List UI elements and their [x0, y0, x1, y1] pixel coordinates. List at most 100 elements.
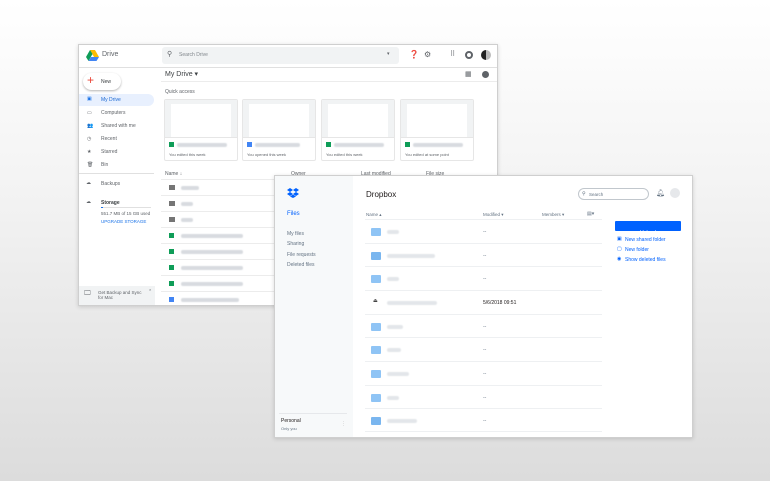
file-row[interactable]: -- [365, 266, 602, 290]
breadcrumb[interactable]: My Drive ▾ [165, 70, 198, 78]
row-modified: -- [483, 276, 486, 282]
upgrade-storage-link[interactable]: UPGRADE STORAGE [101, 219, 146, 224]
drive-logo-icon [86, 50, 99, 61]
new-label: New [101, 79, 111, 85]
column-name[interactable]: Name ↓ [165, 171, 182, 177]
folder-icon [371, 275, 381, 283]
settings-icon[interactable]: ⚙ [424, 50, 431, 59]
search-icon: ⚲ [167, 50, 172, 58]
quick-access-heading: Quick access [165, 89, 195, 95]
monitor-icon: 🖵 [84, 290, 91, 298]
divider [79, 173, 154, 174]
column-name[interactable]: Name ▴ [366, 212, 382, 218]
show-deleted-files-link[interactable]: Show deleted files [625, 257, 666, 263]
storage-icon: ☁ [86, 199, 91, 205]
main-divider [161, 81, 497, 82]
search-icon: ⚲ [582, 191, 586, 197]
quick-access-card[interactable]: You opened this week [242, 99, 316, 161]
card-caption: You opened this week [247, 152, 286, 157]
card-caption: You edited at some point [405, 152, 449, 157]
info-icon[interactable] [482, 71, 489, 78]
docs-icon [247, 142, 252, 147]
star-icon: ★ [87, 149, 91, 155]
new-folder-icon: ▢ [617, 246, 622, 252]
sidebar-item-backups[interactable]: Backups [101, 181, 120, 187]
notifications-icon[interactable] [465, 51, 473, 59]
view-options-icon[interactable]: ▤▾ [587, 211, 594, 217]
recent-icon: ◷ [87, 136, 91, 142]
grid-view-icon[interactable]: ▦ [465, 70, 472, 78]
sidebar-item-starred[interactable]: Starred [101, 149, 117, 155]
bell-icon[interactable]: 🔔︎ [656, 189, 665, 197]
sidebar-item-bin[interactable]: Bin [101, 162, 108, 168]
computers-icon: ▭ [87, 110, 92, 116]
account-name[interactable]: Personal [281, 418, 301, 424]
sheets-icon [169, 249, 174, 254]
sheets-icon [169, 142, 174, 147]
row-modified: -- [483, 347, 486, 353]
apps-icon[interactable]: ⠿ [450, 50, 455, 58]
sidebar-item-shared[interactable]: Shared with me [101, 123, 136, 129]
folder-icon [371, 228, 381, 236]
show-deleted-icon: ◉ [617, 256, 621, 262]
column-members[interactable]: Members ▾ [542, 212, 564, 218]
dropbox-logo-icon[interactable] [287, 188, 299, 198]
account-menu-icon[interactable]: ⋮ [341, 421, 346, 427]
page-title: Dropbox [366, 190, 396, 199]
sidebar-item-label: My Drive [101, 97, 121, 103]
file-row[interactable]: ⏏5/6/2018 09:51 [365, 290, 602, 314]
new-shared-folder-link[interactable]: New shared folder [625, 237, 666, 243]
shared-folder-icon [371, 417, 381, 425]
sheets-icon [169, 233, 174, 238]
avatar[interactable] [481, 50, 491, 60]
nav-deleted-files[interactable]: Deleted files [287, 262, 315, 268]
avatar[interactable] [670, 188, 680, 198]
drive-app-name: Drive [102, 51, 118, 58]
file-row[interactable]: -- [365, 337, 602, 361]
storage-used: 551.7 MB of 15 GB used [101, 211, 150, 216]
folder-icon [169, 217, 175, 222]
search-input[interactable]: ⚲ Search Drive ▾ [162, 47, 399, 64]
close-icon[interactable]: × [149, 287, 151, 292]
sidebar-item-storage[interactable]: Storage [101, 200, 120, 206]
row-modified: -- [483, 229, 486, 235]
search-placeholder: Search Drive [179, 52, 208, 58]
column-modified[interactable]: Modified ▾ [483, 212, 504, 218]
nav-file-requests[interactable]: File requests [287, 252, 316, 258]
nav-files[interactable]: Files [287, 211, 300, 217]
storage-bar [101, 207, 151, 208]
account-sub: Only you [281, 426, 297, 431]
backup-sync-banner[interactable]: 🖵 Get Backup and Sync for Mac × [79, 286, 155, 305]
file-row[interactable]: -- [365, 361, 602, 385]
file-row[interactable]: -- [365, 408, 602, 432]
sheets-icon [405, 142, 410, 147]
search-input[interactable]: ⚲ Search [578, 188, 649, 200]
row-modified: -- [483, 371, 486, 377]
nav-my-files[interactable]: My files [287, 231, 304, 237]
sheets-icon [169, 265, 174, 270]
folder-icon [169, 201, 175, 206]
quick-access-card[interactable]: You edited this week [164, 99, 238, 161]
sidebar-icon-my-drive: ▣ [87, 96, 92, 102]
shared-folder-icon [371, 252, 381, 260]
search-options-icon[interactable]: ▾ [387, 51, 390, 57]
new-shared-folder-icon: ▣ [617, 236, 622, 242]
sidebar-item-computers[interactable]: Computers [101, 110, 125, 116]
file-row[interactable]: -- [365, 243, 602, 267]
quick-access-card[interactable]: You edited this week [321, 99, 395, 161]
plus-icon: + [87, 73, 94, 87]
new-button[interactable]: + New [83, 73, 121, 90]
file-row[interactable]: -- [365, 385, 602, 409]
new-folder-link[interactable]: New folder [625, 247, 649, 253]
upload-button[interactable]: Upload [615, 221, 681, 231]
help-icon[interactable]: ❓ [409, 50, 419, 59]
nav-sharing[interactable]: Sharing [287, 241, 304, 247]
sidebar-item-recent[interactable]: Recent [101, 136, 117, 142]
quick-access-card[interactable]: You edited at some point [400, 99, 474, 161]
file-row[interactable]: -- [365, 314, 602, 338]
file-row[interactable]: -- [365, 219, 602, 243]
card-caption: You edited this week [169, 152, 206, 157]
dropbox-window: Files My files Sharing File requests Del… [274, 175, 693, 438]
shared-icon: 👥 [87, 123, 93, 129]
row-modified: 5/6/2018 09:51 [483, 300, 516, 306]
